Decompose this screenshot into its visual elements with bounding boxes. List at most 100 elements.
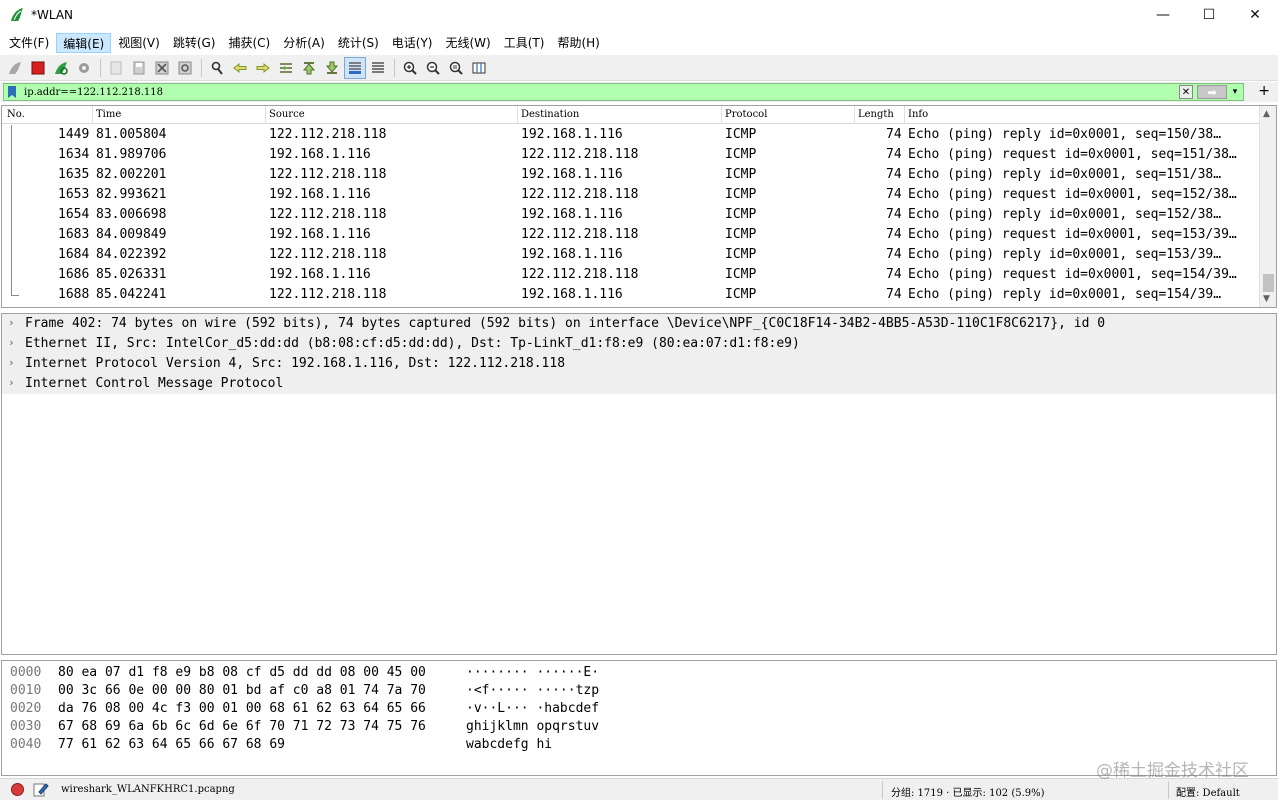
filter-history-dropdown-icon[interactable]: ▾ <box>1229 85 1241 99</box>
table-row[interactable]: 1688 85.042241 122.112.218.118 192.168.1… <box>2 285 1260 305</box>
table-row[interactable]: 1654 83.006698 122.112.218.118 192.168.1… <box>2 205 1260 225</box>
column-header-destination[interactable]: Destination <box>521 109 579 120</box>
start-capture-icon[interactable] <box>4 57 26 79</box>
scroll-up-arrow-icon[interactable]: ▲ <box>1263 109 1270 119</box>
column-header-protocol[interactable]: Protocol <box>725 109 767 120</box>
expand-chevron-icon[interactable]: › <box>8 356 15 369</box>
packet-list-pane[interactable]: No. Time Source Destination Protocol Len… <box>1 105 1277 308</box>
hex-bytes[interactable]: 67 68 69 6a 6b 6c 6d 6e 6f 70 71 72 73 7… <box>58 719 426 734</box>
hex-bytes[interactable]: 00 3c 66 0e 00 00 80 01 bd af c0 a8 01 7… <box>58 683 426 698</box>
cell-info: Echo (ping) request id=0x0001, seq=153/3… <box>908 227 1237 242</box>
table-row[interactable]: 1449 81.005804 122.112.218.118 192.168.1… <box>2 125 1260 145</box>
ascii-bytes[interactable]: ·<f····· ·····tzp <box>466 683 599 698</box>
table-row[interactable]: 1683 84.009849 192.168.1.116 122.112.218… <box>2 225 1260 245</box>
scrollbar-thumb[interactable] <box>1263 274 1274 292</box>
stop-capture-icon[interactable] <box>27 57 49 79</box>
hex-bytes[interactable]: 80 ea 07 d1 f8 e9 b8 08 cf d5 dd dd 08 0… <box>58 665 426 680</box>
expand-chevron-icon[interactable]: › <box>8 336 15 349</box>
hex-bytes[interactable]: da 76 08 00 4c f3 00 01 00 68 61 62 63 6… <box>58 701 426 716</box>
hex-row[interactable]: 0000 80 ea 07 d1 f8 e9 b8 08 cf d5 dd dd… <box>2 663 1276 681</box>
auto-scroll-icon[interactable] <box>344 56 366 79</box>
colorize-icon[interactable] <box>367 57 389 79</box>
record-status-icon[interactable] <box>11 783 24 796</box>
column-header-no[interactable]: No. <box>7 109 25 120</box>
go-to-packet-icon[interactable] <box>275 57 297 79</box>
first-packet-icon[interactable] <box>298 57 320 79</box>
detail-tree-item-icmp[interactable]: › Internet Control Message Protocol <box>2 374 1276 394</box>
detail-tree-item-ethernet[interactable]: › Ethernet II, Src: IntelCor_d5:dd:dd (b… <box>2 334 1276 354</box>
hex-bytes[interactable]: 77 61 62 63 64 65 66 67 68 69 <box>58 737 285 752</box>
capture-file-name: wireshark_WLANFKHRC1.pcapng <box>61 784 235 795</box>
table-row[interactable]: 1684 84.022392 122.112.218.118 192.168.1… <box>2 245 1260 265</box>
hex-row[interactable]: 0020 da 76 08 00 4c f3 00 01 00 68 61 62… <box>2 699 1276 717</box>
hex-row[interactable]: 0040 77 61 62 63 64 65 66 67 68 69 wabcd… <box>2 735 1276 753</box>
scroll-down-arrow-icon[interactable]: ▼ <box>1263 294 1270 304</box>
cell-source: 192.168.1.116 <box>269 187 371 202</box>
close-button[interactable]: ✕ <box>1232 0 1278 30</box>
save-file-icon[interactable] <box>128 57 150 79</box>
display-filter-input[interactable]: ip.addr==122.112.218.118 ✕ ➡ ▾ <box>3 83 1244 101</box>
menu-view[interactable]: 视图(V) <box>112 33 166 53</box>
menu-edit[interactable]: 编辑(E) <box>56 33 112 53</box>
capture-options-gear-icon[interactable] <box>73 57 95 79</box>
reload-file-icon[interactable] <box>174 57 196 79</box>
expand-chevron-icon[interactable]: › <box>8 316 15 329</box>
packet-bytes-pane[interactable]: 0000 80 ea 07 d1 f8 e9 b8 08 cf d5 dd dd… <box>1 660 1277 776</box>
table-row[interactable]: 1635 82.002201 122.112.218.118 192.168.1… <box>2 165 1260 185</box>
menu-file[interactable]: 文件(F) <box>3 33 55 53</box>
menu-capture[interactable]: 捕获(C) <box>222 33 276 53</box>
ascii-bytes[interactable]: wabcdefg hi <box>466 737 552 752</box>
minimize-button[interactable]: — <box>1140 0 1186 30</box>
ascii-bytes[interactable]: ghijklmn opqrstuv <box>466 719 599 734</box>
expand-chevron-icon[interactable]: › <box>8 376 15 389</box>
zoom-out-icon[interactable] <box>422 57 444 79</box>
zoom-in-icon[interactable] <box>399 57 421 79</box>
restart-capture-icon[interactable] <box>50 57 72 79</box>
find-packet-icon[interactable] <box>206 57 228 79</box>
column-divider[interactable] <box>721 106 722 124</box>
detail-tree-item-ipv4[interactable]: › Internet Protocol Version 4, Src: 192.… <box>2 354 1276 374</box>
apply-filter-arrow-icon[interactable]: ➡ <box>1197 85 1227 99</box>
packet-details-pane[interactable]: › Frame 402: 74 bytes on wire (592 bits)… <box>1 313 1277 655</box>
resize-columns-icon[interactable] <box>468 57 490 79</box>
go-forward-arrow-icon[interactable] <box>252 57 274 79</box>
filter-bookmark-icon[interactable] <box>8 86 16 98</box>
go-back-arrow-icon[interactable] <box>229 57 251 79</box>
hex-row[interactable]: 0010 00 3c 66 0e 00 00 80 01 bd af c0 a8… <box>2 681 1276 699</box>
column-header-source[interactable]: Source <box>269 109 305 120</box>
column-divider[interactable] <box>92 106 93 124</box>
menu-tools[interactable]: 工具(T) <box>498 33 551 53</box>
capture-comment-pencil-icon[interactable] <box>33 782 49 797</box>
menu-help[interactable]: 帮助(H) <box>551 33 605 53</box>
column-divider[interactable] <box>265 106 266 124</box>
table-row[interactable]: 1653 82.993621 192.168.1.116 122.112.218… <box>2 185 1260 205</box>
menu-analyze[interactable]: 分析(A) <box>277 33 331 53</box>
maximize-button[interactable]: ☐ <box>1186 0 1232 30</box>
menu-wireless[interactable]: 无线(W) <box>440 33 497 53</box>
column-divider[interactable] <box>854 106 855 124</box>
configuration-profile[interactable]: 配置: Default <box>1176 784 1240 799</box>
detail-tree-item-frame[interactable]: › Frame 402: 74 bytes on wire (592 bits)… <box>2 314 1276 334</box>
toolbar-separator <box>201 58 202 77</box>
clear-filter-icon[interactable]: ✕ <box>1179 85 1193 99</box>
add-filter-button-icon[interactable]: + <box>1258 83 1270 99</box>
open-file-icon[interactable] <box>105 57 127 79</box>
ascii-bytes[interactable]: ········ ······E· <box>466 665 599 680</box>
filter-expression[interactable]: ip.addr==122.112.218.118 <box>24 87 163 98</box>
zoom-normal-icon[interactable] <box>445 57 467 79</box>
table-row[interactable]: 1634 81.989706 192.168.1.116 122.112.218… <box>2 145 1260 165</box>
column-header-length[interactable]: Length <box>858 109 894 120</box>
last-packet-icon[interactable] <box>321 57 343 79</box>
table-row[interactable]: 1686 85.026331 192.168.1.116 122.112.218… <box>2 265 1260 285</box>
close-file-icon[interactable] <box>151 57 173 79</box>
menu-go[interactable]: 跳转(G) <box>167 33 222 53</box>
ascii-bytes[interactable]: ·v··L··· ·habcdef <box>466 701 599 716</box>
column-header-info[interactable]: Info <box>908 109 928 120</box>
column-divider[interactable] <box>517 106 518 124</box>
column-divider[interactable] <box>904 106 905 124</box>
packet-list-scrollbar[interactable]: ▲ ▼ <box>1259 106 1276 307</box>
column-header-time[interactable]: Time <box>96 109 121 120</box>
menu-telephony[interactable]: 电话(Y) <box>386 33 439 53</box>
hex-row[interactable]: 0030 67 68 69 6a 6b 6c 6d 6e 6f 70 71 72… <box>2 717 1276 735</box>
menu-statistics[interactable]: 统计(S) <box>332 33 385 53</box>
